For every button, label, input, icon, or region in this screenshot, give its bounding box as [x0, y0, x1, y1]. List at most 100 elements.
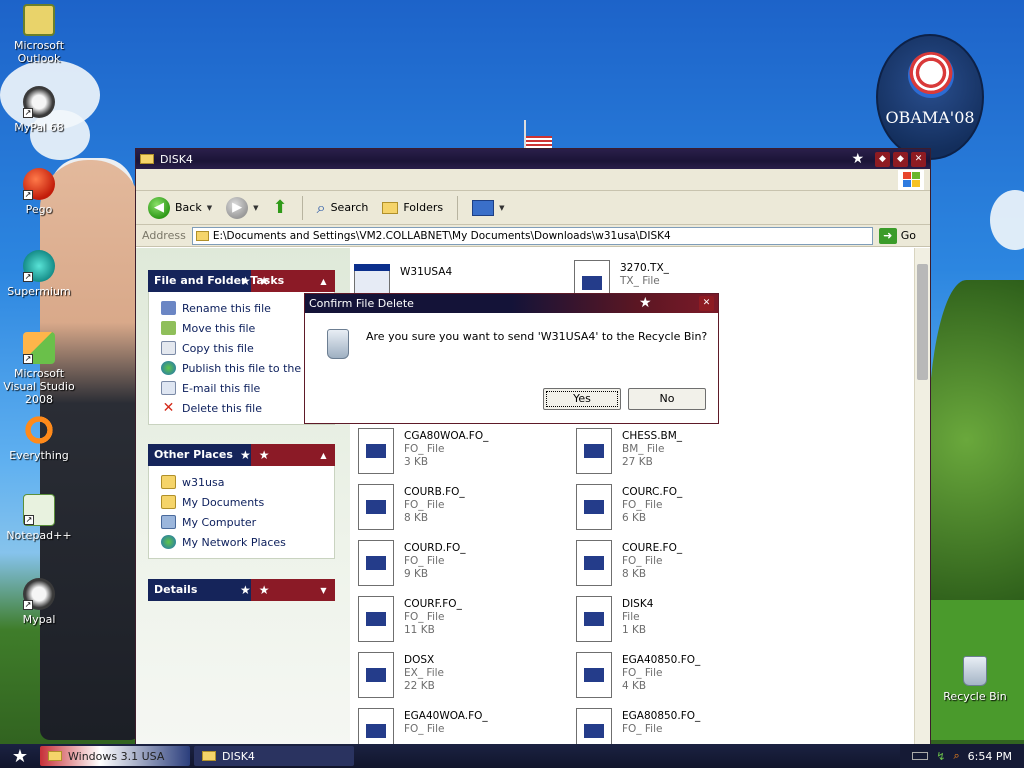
minimize-button[interactable]: ◆: [875, 151, 890, 167]
desktop-icon-outlook[interactable]: Microsoft Outlook: [1, 4, 77, 65]
delete-icon: ✕: [162, 400, 175, 416]
folders-icon: [382, 201, 399, 214]
desktop-icon-mypal68[interactable]: ↗ MyPal 68: [1, 86, 77, 134]
star-icon: ★: [11, 745, 29, 767]
expand-icon[interactable]: ▼: [318, 585, 329, 596]
file-icon: [574, 540, 614, 588]
campaign-badge-text: OBAMA'08: [885, 108, 975, 127]
file-item[interactable]: COURC.FO_ FO_ File 6 KB: [574, 484, 774, 534]
file-item[interactable]: DOSX EX_ File 22 KB: [356, 652, 556, 702]
no-button[interactable]: No: [628, 388, 706, 410]
dialog-message: Are you sure you want to send 'W31USA4' …: [366, 330, 708, 343]
panel-header[interactable]: File and Folder Tasks ★★ ▲: [148, 270, 335, 292]
task-delete-file[interactable]: ✕ Delete this file: [161, 398, 328, 418]
file-item[interactable]: EGA80850.FO_ FO_ File: [574, 708, 774, 745]
recycle-bin-icon: [963, 656, 987, 686]
back-arrow-icon: ◀: [148, 196, 170, 219]
desktop-icon-pego[interactable]: ↗ Pego: [1, 168, 77, 216]
close-button[interactable]: ✕: [911, 151, 926, 167]
search-icon: ⌕: [316, 197, 326, 217]
up-folder-button[interactable]: ⬆: [269, 197, 292, 218]
search-button[interactable]: ⌕ Search: [313, 198, 373, 218]
outlook-icon: [23, 4, 55, 36]
file-item[interactable]: CHESS.BM_ BM_ File 27 KB: [574, 428, 774, 478]
explorer-window: DISK4 ★ ◆ ◆ ✕ ◀ Back ▼ ▶ ▼ ⬆ ⌕ Search Fo…: [135, 148, 931, 746]
views-button[interactable]: ▼: [468, 199, 508, 216]
file-item[interactable]: COURE.FO_ FO_ File 8 KB: [574, 540, 774, 590]
yes-button[interactable]: Yes: [543, 388, 621, 410]
forward-button[interactable]: ▶ ▼: [222, 196, 262, 219]
network-tray-icon[interactable]: ↯: [936, 750, 945, 763]
taskbar-item-windows[interactable]: Windows 3.1 USA: [40, 746, 190, 766]
task-email-file[interactable]: E-mail this file: [161, 378, 328, 398]
network-icon: [161, 535, 176, 549]
file-icon: [574, 428, 614, 476]
search-tray-icon[interactable]: ⌕: [954, 749, 960, 763]
panel-header[interactable]: Other Places ★★ ▲: [148, 444, 335, 466]
my-computer-icon: [161, 515, 176, 529]
task-copy-file[interactable]: Copy this file: [161, 338, 328, 358]
file-item[interactable]: DISK4 File 1 KB: [574, 596, 774, 646]
place-my-computer[interactable]: My Computer: [161, 512, 328, 532]
panel-header[interactable]: Details ★★ ▼: [148, 579, 335, 601]
desktop-icon-supermium[interactable]: ↗ Supermium: [1, 250, 77, 298]
vertical-scrollbar[interactable]: [914, 248, 930, 745]
go-arrow-icon: ➜: [878, 227, 897, 244]
desktop-icon-everything[interactable]: Everything: [1, 414, 77, 462]
start-button[interactable]: ★: [0, 744, 40, 768]
folder-icon: [140, 154, 154, 164]
file-item[interactable]: EGA40WOA.FO_ FO_ File: [356, 708, 556, 745]
place-my-documents[interactable]: My Documents: [161, 492, 328, 512]
window-title: DISK4: [160, 152, 193, 166]
file-item[interactable]: COURD.FO_ FO_ File 9 KB: [356, 540, 556, 590]
visual-studio-icon: ↗: [23, 332, 55, 364]
desktop-icon-visual-studio[interactable]: ↗ Microsoft Visual Studio 2008: [1, 332, 77, 406]
copy-icon: [161, 341, 176, 355]
toolbar: ◀ Back ▼ ▶ ▼ ⬆ ⌕ Search Folders ▼: [136, 191, 930, 225]
file-icon: [574, 596, 614, 644]
move-icon: [161, 321, 176, 335]
menu-bar: [136, 169, 930, 191]
campaign-badge: OBAMA'08: [876, 34, 984, 160]
dropdown-caret-icon: ▼: [206, 203, 213, 212]
scrollbar-thumb[interactable]: [917, 264, 928, 380]
file-item[interactable]: COURF.FO_ FO_ File 11 KB: [356, 596, 556, 646]
maximize-button[interactable]: ◆: [893, 151, 908, 167]
star-icon: ★: [639, 295, 652, 311]
mypal-icon: ↗: [23, 86, 55, 118]
file-icon: [356, 596, 396, 644]
dialog-titlebar[interactable]: Confirm File Delete ★ ✕: [305, 294, 718, 313]
folders-button[interactable]: Folders: [378, 201, 447, 214]
place-w31usa[interactable]: w31usa: [161, 472, 328, 492]
collapse-icon[interactable]: ▲: [318, 276, 329, 287]
confirm-delete-dialog: Confirm File Delete ★ ✕ Are you sure you…: [304, 293, 719, 424]
desktop-icon-notepadpp[interactable]: ↗ Notepad++: [1, 494, 77, 542]
system-tray: ↯ ⌕ 6:54 PM: [900, 744, 1024, 768]
desktop-icon-mypal[interactable]: ↗ Mypal: [1, 578, 77, 626]
file-icon: [356, 540, 396, 588]
window-titlebar[interactable]: DISK4 ★ ◆ ◆ ✕: [136, 149, 930, 169]
desktop-icon-recycle-bin[interactable]: Recycle Bin: [942, 656, 1008, 703]
task-publish-web[interactable]: Publish this file to the Web: [161, 358, 328, 378]
keyboard-icon[interactable]: [912, 752, 929, 760]
address-input[interactable]: E:\Documents and Settings\VM2.COLLABNET\…: [191, 226, 873, 245]
file-item[interactable]: COURB.FO_ FO_ File 8 KB: [356, 484, 556, 534]
supermium-icon: ↗: [23, 250, 55, 282]
dialog-close-button[interactable]: ✕: [699, 296, 714, 311]
file-item[interactable]: EGA40850.FO_ FO_ File 4 KB: [574, 652, 774, 702]
task-move-file[interactable]: Move this file: [161, 318, 328, 338]
notepadpp-icon: ↗: [23, 494, 55, 526]
back-button[interactable]: ◀ Back ▼: [144, 196, 216, 219]
dialog-title: Confirm File Delete: [309, 297, 414, 310]
taskbar-item-disk4[interactable]: DISK4: [194, 746, 354, 766]
address-bar: Address E:\Documents and Settings\VM2.CO…: [136, 225, 930, 247]
clock[interactable]: 6:54 PM: [968, 750, 1012, 763]
place-my-network[interactable]: My Network Places: [161, 532, 328, 552]
file-item[interactable]: CGA80WOA.FO_ FO_ File 3 KB: [356, 428, 556, 478]
other-places-panel: Other Places ★★ ▲ w31usa My Documents My…: [148, 444, 335, 559]
go-button[interactable]: ➜ Go: [878, 227, 924, 244]
folder-icon: [161, 475, 176, 489]
task-rename-file[interactable]: Rename this file: [161, 298, 328, 318]
dropdown-caret-icon: ▼: [253, 203, 259, 212]
collapse-icon[interactable]: ▲: [318, 450, 329, 461]
